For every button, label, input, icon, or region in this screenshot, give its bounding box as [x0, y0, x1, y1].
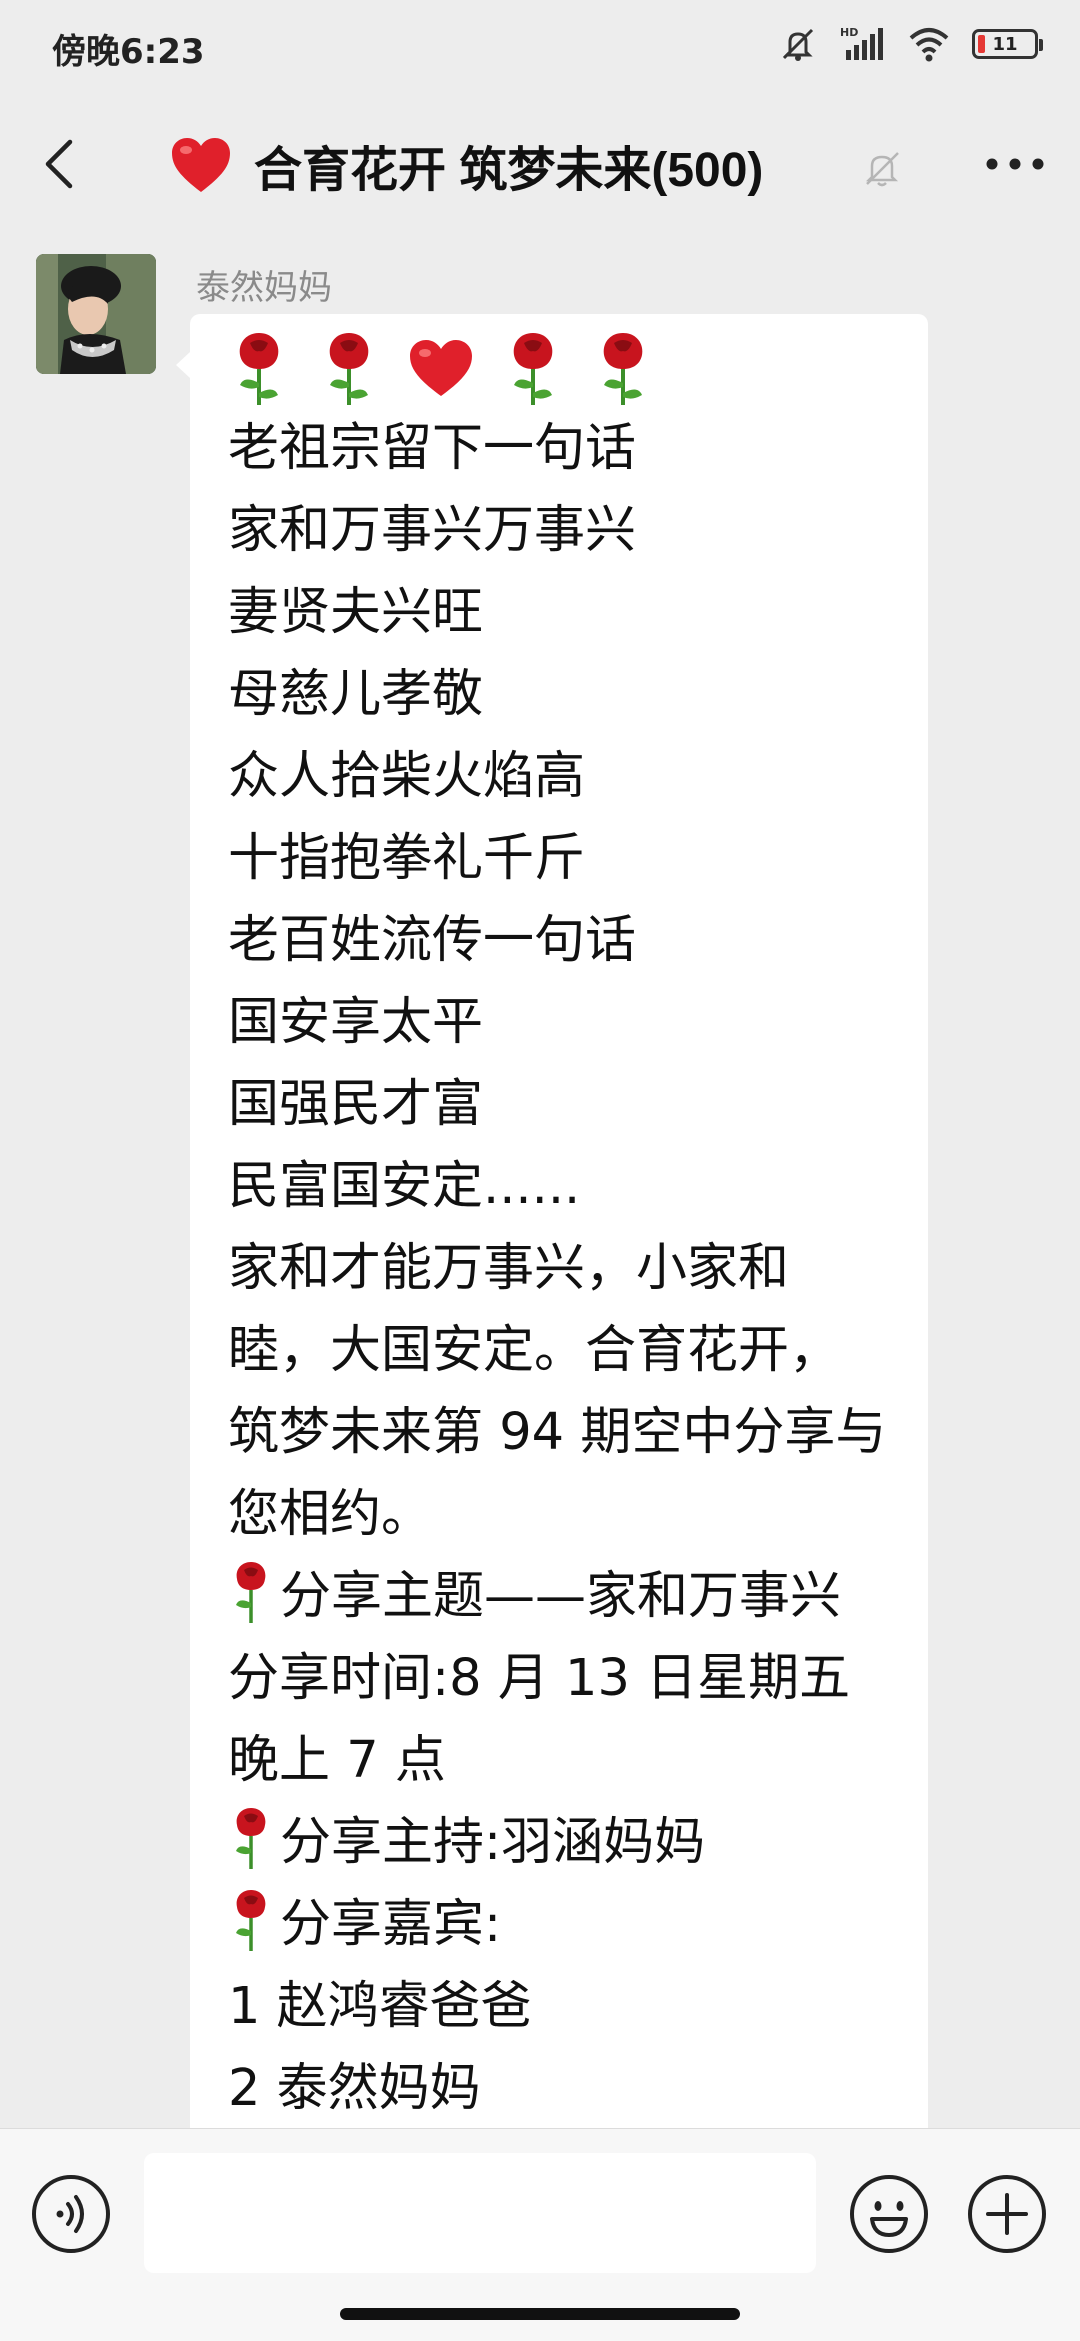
share-host: 分享主持:羽涵妈妈	[228, 1802, 890, 1884]
chat-title-text: 合育花开 筑梦未来(500)	[254, 144, 764, 197]
rose-icon	[236, 1890, 266, 1951]
guest-item: 1 赵鸿睿爸爸	[228, 1977, 532, 2036]
emoji-row	[228, 328, 890, 408]
message-line: 民富国安定......	[228, 1157, 581, 1216]
sender-name: 泰然妈妈	[196, 268, 332, 308]
rose-icon	[236, 1562, 266, 1623]
message-line: 母慈儿孝敬	[228, 665, 484, 724]
chevron-left-icon	[45, 139, 73, 189]
more-dots-icon	[986, 158, 1044, 170]
avatar-image	[36, 254, 156, 374]
battery-icon: 11	[972, 29, 1043, 59]
share-guests-label-text: 分享嘉宾:	[280, 1895, 502, 1954]
message-line: 国安享太平	[228, 993, 484, 1052]
emoji-button[interactable]	[848, 2173, 930, 2255]
status-icons: HD 11	[778, 22, 1043, 66]
more-options-button[interactable]	[980, 136, 1050, 192]
chat-area[interactable]: 泰然妈妈 老祖宗留下一句话 家和万事兴万事兴 妻贤夫兴旺 母慈儿孝敬 众人拾柴火…	[0, 242, 1080, 2128]
share-topic: 分享主题——家和万事兴分享时间:8 月 13 日星期五晚上 7 点	[228, 1556, 890, 1802]
signal-icon: HD	[840, 26, 883, 60]
battery-percent: 11	[992, 33, 1018, 55]
message-line: 老百姓流传一句话	[228, 911, 637, 970]
battery-level	[978, 35, 985, 53]
home-indicator[interactable]	[340, 2308, 740, 2320]
guest-item: 2 泰然妈妈	[228, 2059, 481, 2118]
message-line: 家和万事兴万事兴	[228, 501, 637, 560]
network-label: HD	[840, 26, 858, 39]
chat-header: 合育花开 筑梦未来(500)	[0, 92, 1080, 242]
message-line: 众人拾柴火焰高	[228, 747, 586, 806]
heart-icon	[410, 340, 472, 396]
add-attachment-button[interactable]	[966, 2173, 1048, 2255]
muted-bell-icon	[865, 152, 899, 187]
message-line: 国强民才富	[228, 1075, 484, 1134]
rose-icon	[329, 333, 369, 405]
share-guests-label: 分享嘉宾:	[228, 1884, 890, 1966]
message-input[interactable]	[144, 2153, 816, 2273]
heart-icon	[172, 138, 230, 192]
wifi-icon	[909, 28, 949, 62]
share-topic-text: 分享主题——家和万事兴分享时间:8 月 13 日星期五晚上 7 点	[228, 1567, 851, 1790]
rose-icon	[513, 333, 553, 405]
back-button[interactable]	[28, 132, 92, 196]
voice-input-button[interactable]	[30, 2173, 112, 2255]
message-line: 老祖宗留下一句话	[228, 419, 637, 478]
avatar[interactable]	[36, 254, 156, 374]
mute-notification-icon	[782, 28, 814, 61]
rose-icon	[236, 1808, 266, 1869]
rose-icon	[603, 333, 643, 405]
message-bubble[interactable]: 老祖宗留下一句话 家和万事兴万事兴 妻贤夫兴旺 母慈儿孝敬 众人拾柴火焰高 十指…	[176, 314, 928, 2128]
message-paragraph: 家和才能万事兴，小家和睦，大国安定。合育花开，筑梦未来第 94 期空中分享与您相…	[228, 1239, 887, 1544]
status-time: 傍晚6:23	[52, 32, 205, 72]
rose-icon	[239, 333, 279, 405]
share-host-text: 分享主持:羽涵妈妈	[280, 1813, 706, 1872]
message-line: 妻贤夫兴旺	[228, 583, 484, 642]
message-line: 十指抱拳礼千斤	[228, 829, 586, 888]
status-bar: 傍晚6:23 HD 11	[0, 0, 1080, 92]
chat-title: 合育花开 筑梦未来(500)	[170, 130, 763, 200]
